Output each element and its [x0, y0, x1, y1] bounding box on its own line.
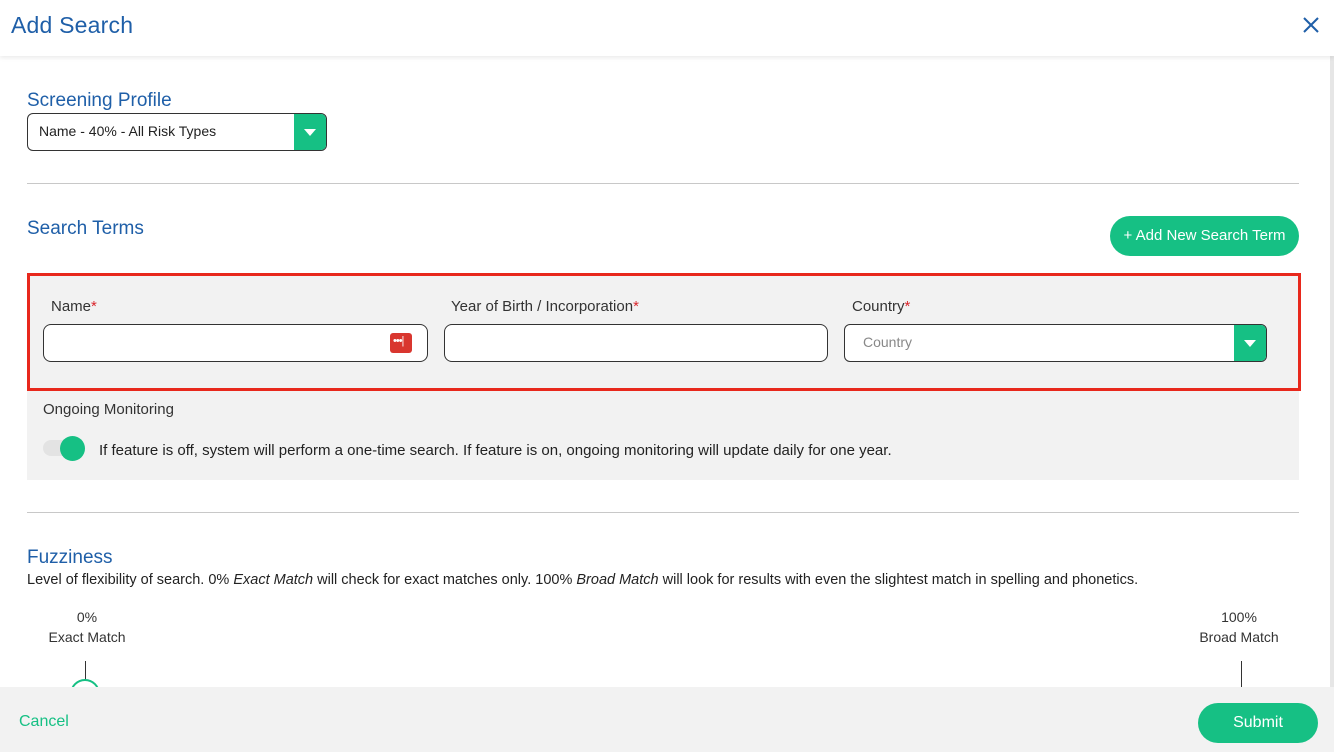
fuzziness-title: Fuzziness: [27, 547, 113, 568]
country-label: Country*: [852, 298, 910, 315]
toggle-knob[interactable]: [60, 436, 85, 461]
year-of-birth-label: Year of Birth / Incorporation*: [451, 298, 639, 315]
required-mark: *: [91, 298, 97, 315]
modal-title: Add Search: [11, 12, 134, 38]
chevron-down-icon[interactable]: [1234, 325, 1266, 361]
search-terms-title: Search Terms: [27, 218, 144, 239]
screening-profile-select[interactable]: Name - 40% - All Risk Types: [27, 113, 327, 151]
country-select[interactable]: Country: [844, 324, 1267, 362]
year-of-birth-input[interactable]: [444, 324, 828, 362]
close-icon[interactable]: [1298, 12, 1324, 38]
fuzziness-desc-part: will check for exact matches only. 100%: [313, 572, 577, 588]
add-search-term-button[interactable]: + Add New Search Term: [1110, 216, 1299, 256]
broad-match-term: Broad Match: [576, 572, 659, 588]
ongoing-monitoring-label: Ongoing Monitoring: [43, 401, 174, 418]
fuzziness-description: Level of flexibility of search. 0% Exact…: [27, 572, 1138, 588]
modal-header: Add Search: [0, 0, 1334, 56]
chevron-down-icon[interactable]: [294, 114, 326, 150]
name-input[interactable]: [43, 324, 428, 362]
scrollbar[interactable]: [1330, 56, 1334, 687]
cancel-button[interactable]: Cancel: [19, 713, 69, 731]
screening-profile-value: Name - 40% - All Risk Types: [39, 123, 217, 139]
country-label-text: Country: [852, 298, 905, 315]
modal-footer: [0, 687, 1334, 752]
screening-profile-title: Screening Profile: [27, 90, 172, 111]
divider: [27, 183, 1299, 184]
required-mark: *: [904, 298, 911, 315]
country-placeholder: Country: [863, 334, 913, 350]
ongoing-monitoring-description: If feature is off, system will perform a…: [99, 442, 892, 459]
name-label-text: Name: [51, 298, 92, 315]
required-mark: *: [633, 298, 639, 315]
slider-tick: [1241, 661, 1242, 687]
fuzziness-desc-part: will look for results with even the slig…: [658, 572, 1139, 588]
max-percent-label: 100%: [1221, 609, 1257, 625]
min-percent-label: 0%: [76, 609, 98, 625]
exact-match-label: Exact Match: [48, 629, 126, 645]
year-of-birth-label-text: Year of Birth / Incorporation: [451, 298, 634, 315]
fuzziness-desc-part: Level of flexibility of search. 0%: [27, 572, 234, 588]
exact-match-term: Exact Match: [233, 572, 314, 588]
password-manager-icon[interactable]: [390, 333, 412, 353]
submit-button[interactable]: Submit: [1198, 703, 1318, 743]
divider: [27, 512, 1299, 513]
broad-match-label: Broad Match: [1199, 629, 1279, 645]
name-label: Name*: [51, 298, 97, 315]
